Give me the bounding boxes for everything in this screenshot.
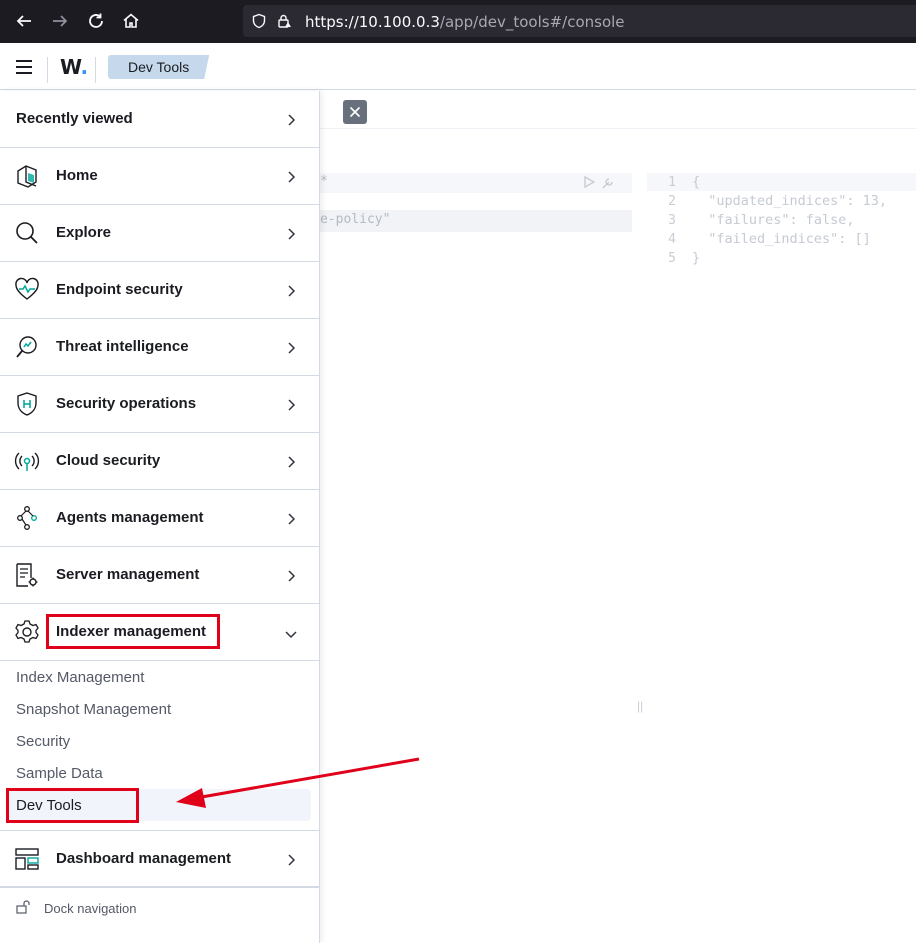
nav-item-label: Agents management — [56, 509, 204, 526]
chevron-right-icon — [288, 456, 296, 468]
play-icon[interactable] — [582, 175, 596, 189]
document-gear-icon — [16, 563, 38, 587]
line-number: 4 — [668, 232, 676, 247]
chevron-right-icon — [288, 342, 296, 354]
line-number: 3 — [668, 213, 676, 228]
browser-toolbar: https://10.100.0.3/app/dev_tools#/consol… — [0, 0, 916, 43]
breadcrumb-dev-tools[interactable]: Dev Tools — [108, 55, 210, 79]
url-text: https://10.100.0.3/app/dev_tools#/consol… — [305, 13, 625, 31]
response-line-numbers: 1 2 3 4 5 — [650, 173, 676, 268]
reload-icon — [89, 13, 103, 28]
nav-item-label: Cloud security — [56, 452, 161, 469]
dashboard-icon — [15, 848, 39, 870]
search-icon — [16, 222, 38, 244]
line-number: 5 — [668, 251, 676, 266]
request-actions — [582, 175, 616, 191]
nav-recently-viewed[interactable]: Recently viewed — [0, 91, 319, 148]
nav-item-dashboard-management[interactable]: Dashboard management — [0, 830, 319, 887]
lock-open-icon — [16, 900, 30, 914]
nav-item-label: Threat intelligence — [56, 338, 189, 355]
chevron-right-icon — [288, 399, 296, 411]
threat-search-icon — [16, 336, 37, 358]
forward-button[interactable] — [48, 9, 72, 33]
chevron-right-icon — [288, 570, 296, 582]
chevron-right-icon — [288, 114, 296, 126]
console-divider — [320, 128, 916, 129]
chevron-right-icon — [288, 513, 296, 525]
nav-item-server-management[interactable]: Server management — [0, 547, 319, 604]
nav-item-label: Server management — [56, 566, 200, 583]
dock-navigation-label: Dock navigation — [44, 901, 137, 916]
highlight-box-dev-tools — [6, 788, 139, 823]
nav-item-security-operations[interactable]: Security operations — [0, 376, 319, 433]
shield-icon — [17, 392, 37, 416]
sub-item-security[interactable]: Security — [16, 733, 70, 750]
reload-button[interactable] — [84, 9, 108, 33]
shield-outline-icon — [252, 13, 266, 29]
header-divider — [47, 57, 48, 83]
back-arrow-icon — [16, 15, 31, 27]
sub-item-index-management[interactable]: Index Management — [16, 669, 144, 686]
nav-item-label: Endpoint security — [56, 281, 183, 298]
recently-viewed-label: Recently viewed — [16, 110, 133, 127]
nodes-icon — [17, 506, 37, 530]
panel-resizer[interactable]: || — [637, 699, 643, 713]
sub-item-snapshot-management[interactable]: Snapshot Management — [16, 701, 171, 718]
nav-item-label: Home — [56, 167, 98, 184]
close-icon — [349, 106, 361, 118]
nav-item-label: Dashboard management — [56, 850, 232, 867]
antenna-icon — [14, 452, 40, 471]
app-logo[interactable]: W. — [60, 55, 88, 79]
chevron-right-icon — [288, 171, 296, 183]
console-close-button[interactable] — [343, 100, 367, 124]
home-browser-button[interactable] — [119, 9, 143, 33]
nav-item-label: Explore — [56, 224, 112, 241]
line-number: 2 — [668, 194, 676, 209]
logo-dot: . — [80, 55, 89, 79]
dock-navigation-button[interactable]: Dock navigation — [0, 887, 319, 943]
gear-icon — [15, 620, 39, 643]
home-icon — [17, 165, 37, 188]
nav-item-explore[interactable]: Explore — [0, 205, 319, 262]
wrench-icon[interactable] — [600, 175, 616, 191]
nav-item-threat-intelligence[interactable]: Threat intelligence — [0, 319, 319, 376]
menu-toggle-button[interactable] — [8, 53, 40, 81]
chevron-right-icon — [288, 228, 296, 240]
sub-item-sample-data[interactable]: Sample Data — [16, 765, 103, 782]
nav-item-label: Security operations — [56, 395, 197, 412]
dev-tools-console: * e-policy" 1 2 3 4 5 { "updated_indices… — [320, 91, 916, 943]
chevron-right-icon — [288, 854, 296, 866]
nav-item-agents-management[interactable]: Agents management — [0, 490, 319, 547]
nav-item-home[interactable]: Home — [0, 148, 319, 205]
response-code: { "updated_indices": 13, "failures": fal… — [692, 174, 888, 266]
request-method: * — [320, 174, 328, 189]
logo-letter: W — [60, 55, 81, 79]
hamburger-icon — [16, 60, 32, 74]
heart-pulse-icon — [15, 277, 39, 300]
line-number: 1 — [668, 175, 676, 190]
url-host: https://10.100.0.3 — [305, 13, 440, 31]
lock-warning-icon — [278, 14, 291, 28]
nav-item-endpoint-security[interactable]: Endpoint security — [0, 262, 319, 319]
chevron-down-icon — [285, 631, 297, 639]
back-button[interactable] — [12, 9, 36, 33]
request-text[interactable]: e-policy" — [320, 212, 390, 227]
url-path: /app/dev_tools#/console — [439, 13, 625, 31]
highlight-box-indexer-management — [46, 614, 220, 649]
nav-item-cloud-security[interactable]: Cloud security — [0, 433, 319, 490]
chevron-right-icon — [288, 285, 296, 297]
header-divider — [95, 57, 96, 83]
app-header: W. Dev Tools — [0, 43, 916, 90]
url-bar[interactable]: https://10.100.0.3/app/dev_tools#/consol… — [243, 5, 916, 37]
house-icon — [123, 13, 139, 28]
forward-arrow-icon — [53, 15, 68, 27]
